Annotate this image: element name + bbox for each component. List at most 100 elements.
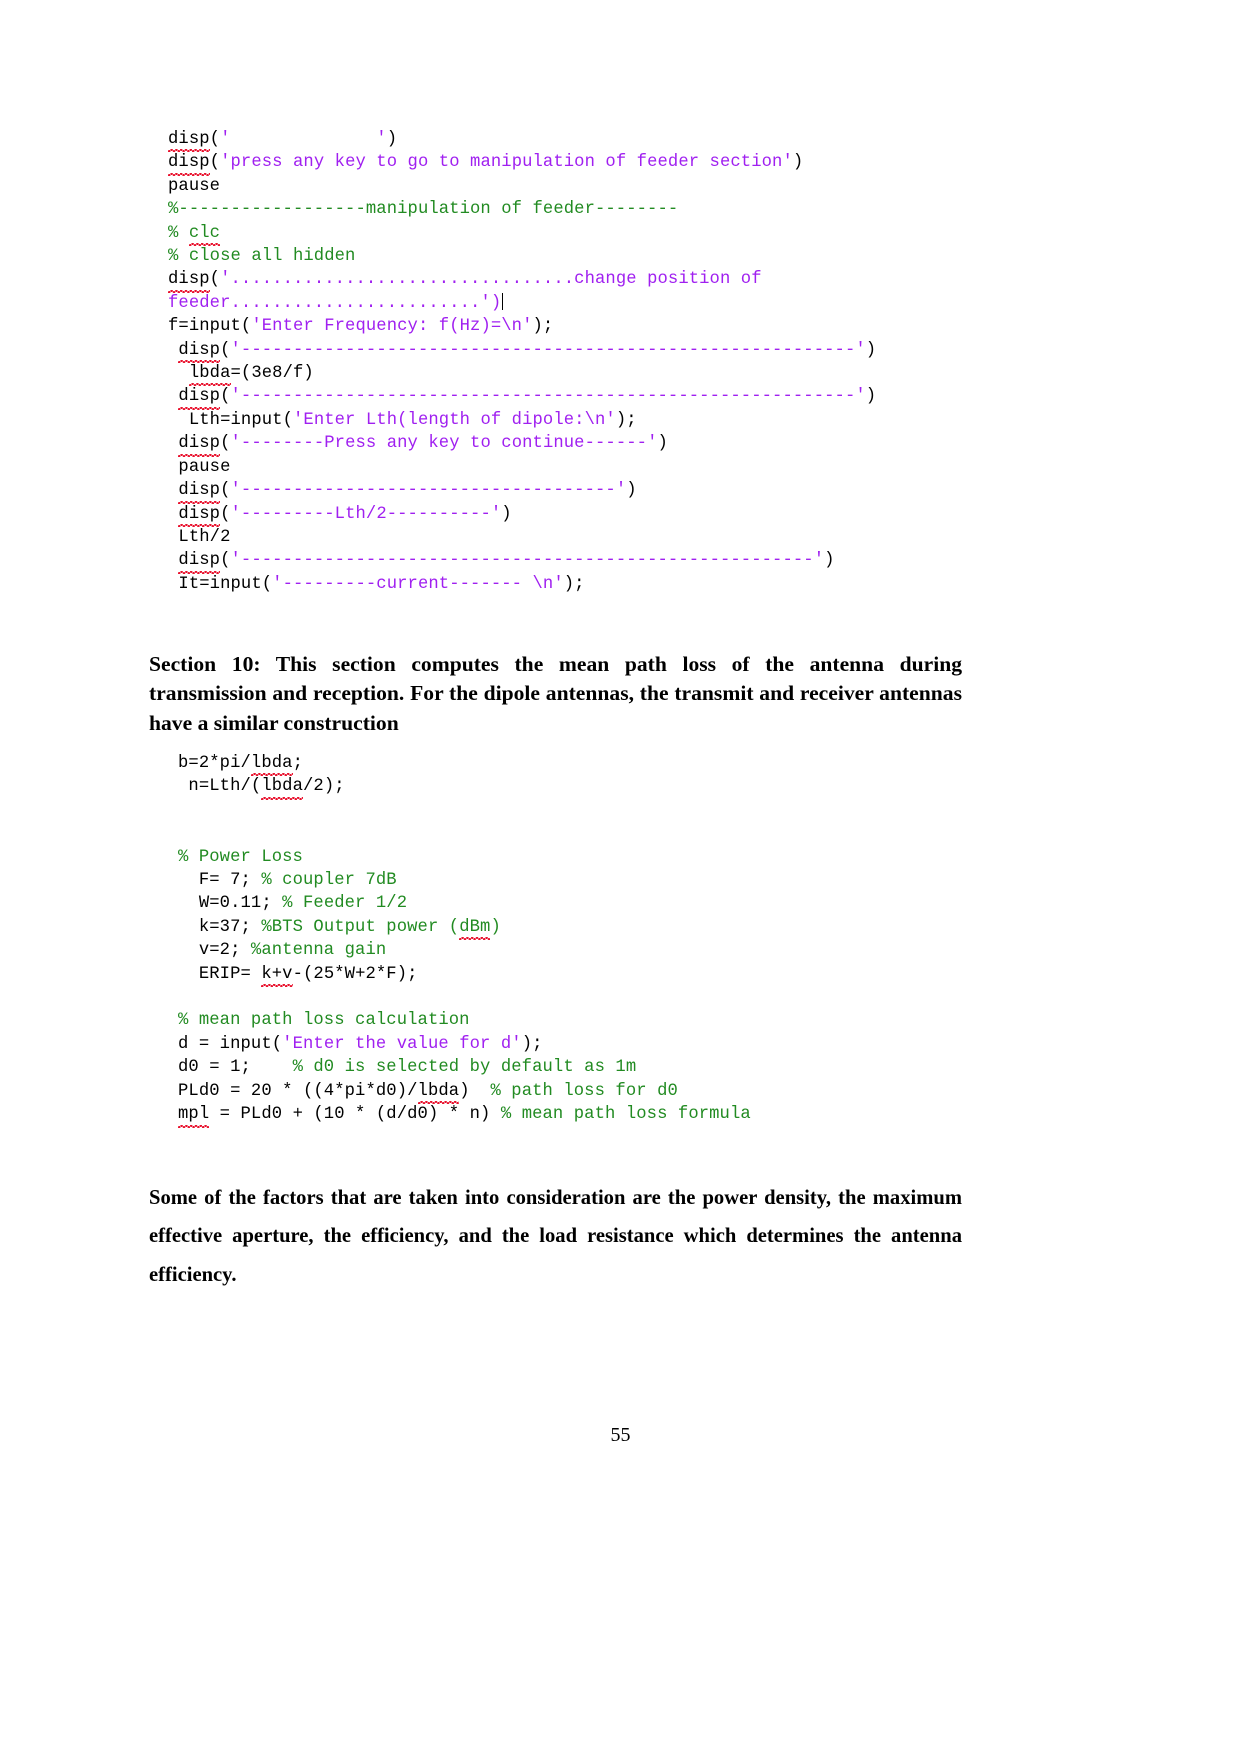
misspelled-token: clc	[188, 222, 221, 247]
code-line: disp('----------------------------------…	[168, 479, 876, 504]
code-line: % Power Loss	[178, 846, 751, 869]
misspelled-token: lbda	[250, 752, 293, 777]
code-token: It=input	[168, 574, 262, 594]
misspelled-token: lbda	[417, 1080, 460, 1105]
misspelled-token: disp	[178, 385, 220, 411]
code-token: (	[220, 387, 231, 407]
misspelled-token: k+v	[261, 963, 293, 988]
matlab-code-block-feeder-manipulation: disp(' ') disp('press any key to go to ma…	[168, 128, 876, 596]
code-line: disp('press any key to go to manipulatio…	[168, 151, 876, 177]
code-line: disp(' ')	[168, 128, 876, 153]
code-token: )	[459, 1081, 491, 1101]
code-token: 'press any key to go to manipulation of …	[220, 153, 793, 173]
code-token: (	[220, 504, 231, 524]
code-line: disp('.................................c…	[168, 268, 876, 294]
code-line: ERIP= k+v-(25*W+2*F);	[178, 963, 751, 988]
code-line: Lth/2	[168, 526, 876, 549]
code-token: v=2;	[178, 941, 251, 961]
code-token: '.................................change…	[220, 270, 762, 290]
code-token: k=37;	[178, 917, 262, 937]
misspelled-token: disp	[178, 479, 220, 504]
code-token: 'Enter Lth(length of dipole:\n'	[292, 410, 616, 430]
code-line: f=input('Enter Frequency: f(Hz)=\n');	[168, 315, 876, 338]
code-line: k=37; %BTS Output power (dBm)	[178, 916, 751, 941]
code-token: )	[626, 481, 637, 501]
code-token: '---------------------------------------…	[230, 340, 866, 360]
code-token: );	[615, 410, 637, 430]
code-line: % clc	[168, 222, 876, 247]
code-token: 'Enter the value for d'	[282, 1034, 522, 1054]
code-token: (	[209, 130, 221, 149]
code-token: '---------current------- \n'	[272, 574, 564, 594]
code-token: )	[501, 504, 512, 524]
code-line: lbda=(3e8/f)	[168, 362, 876, 387]
text-caret	[502, 292, 504, 310]
code-line: %------------------manipulation of feede…	[168, 198, 876, 221]
code-token: % mean path loss formula	[500, 1105, 751, 1125]
misspelled-token: disp	[178, 339, 220, 364]
code-token: % Power Loss	[178, 847, 303, 867]
code-token: );	[532, 317, 554, 337]
code-line: pause	[168, 456, 876, 479]
code-token: % mean path loss calculation	[178, 1011, 470, 1031]
code-token: W=0.11;	[178, 894, 283, 914]
code-token: % path loss for d0	[490, 1081, 678, 1101]
code-token: ;	[292, 754, 303, 773]
code-token: F= 7;	[178, 871, 262, 891]
misspelled-token: disp	[168, 128, 210, 153]
code-token: )	[865, 387, 877, 407]
code-line: d0 = 1; % d0 is selected by default as 1…	[178, 1056, 751, 1079]
code-token: % Feeder 1/2	[282, 894, 408, 914]
code-line: disp('----------------------------------…	[168, 549, 876, 575]
code-token: )	[792, 153, 804, 173]
code-token: (	[209, 153, 221, 173]
code-line: % mean path loss calculation	[178, 1009, 751, 1032]
code-token: );	[563, 574, 585, 594]
code-token: % close all hidden	[168, 247, 356, 267]
code-token: '---------Lth/2----------'	[230, 504, 502, 524]
misspelled-token: lbda	[261, 775, 303, 801]
code-token: Lth=input	[168, 410, 283, 430]
code-token: )	[490, 917, 501, 937]
misspelled-token: disp	[168, 268, 210, 294]
misspelled-token: disp	[178, 549, 220, 575]
code-token: (	[261, 574, 273, 594]
document-page: disp(' ') disp('press any key to go to ma…	[0, 0, 1241, 1754]
code-token: feeder........................')	[168, 293, 502, 313]
code-token: (	[209, 270, 221, 290]
code-token: % coupler 7dB	[261, 871, 397, 891]
code-token: '------------------------------------'	[230, 481, 627, 501]
misspelled-token: disp	[178, 432, 220, 458]
code-token: %------------------manipulation of feede…	[168, 200, 679, 220]
code-token: %antenna gain	[250, 941, 387, 961]
code-line: % close all hidden	[168, 245, 876, 268]
code-line: mpl = PLd0 + (10 * (d/d0) * n) % mean pa…	[178, 1103, 751, 1128]
code-line: disp('----------------------------------…	[168, 339, 876, 364]
code-line: It=input('---------current------- \n');	[168, 573, 876, 596]
code-token: '---------------------------------------…	[230, 387, 866, 407]
code-token: Lth/2	[168, 527, 231, 547]
code-token: 'Enter Frequency: f(Hz)=\n'	[251, 317, 533, 337]
misspelled-token: dBm	[459, 916, 491, 941]
code-token: %	[168, 223, 189, 243]
code-token: pause	[168, 457, 231, 477]
code-line: disp('--------Press any key to continue-…	[168, 432, 876, 458]
code-line: n=Lth/(lbda/2);	[178, 775, 751, 801]
code-token: =(3e8/f)	[230, 364, 314, 384]
code-token: (	[220, 481, 231, 501]
code-token: )	[386, 130, 398, 149]
misspelled-token: mpl	[178, 1103, 210, 1128]
code-token: -(25*W+2*F);	[292, 964, 418, 984]
misspelled-token: disp	[168, 151, 210, 177]
code-line: F= 7; % coupler 7dB	[178, 869, 751, 892]
closing-paragraph: Some of the factors that are taken into …	[149, 1186, 962, 1286]
misspelled-token: lbda	[188, 362, 231, 387]
code-line: PLd0 = 20 * ((4*pi*d0)/lbda) % path loss…	[178, 1080, 751, 1105]
